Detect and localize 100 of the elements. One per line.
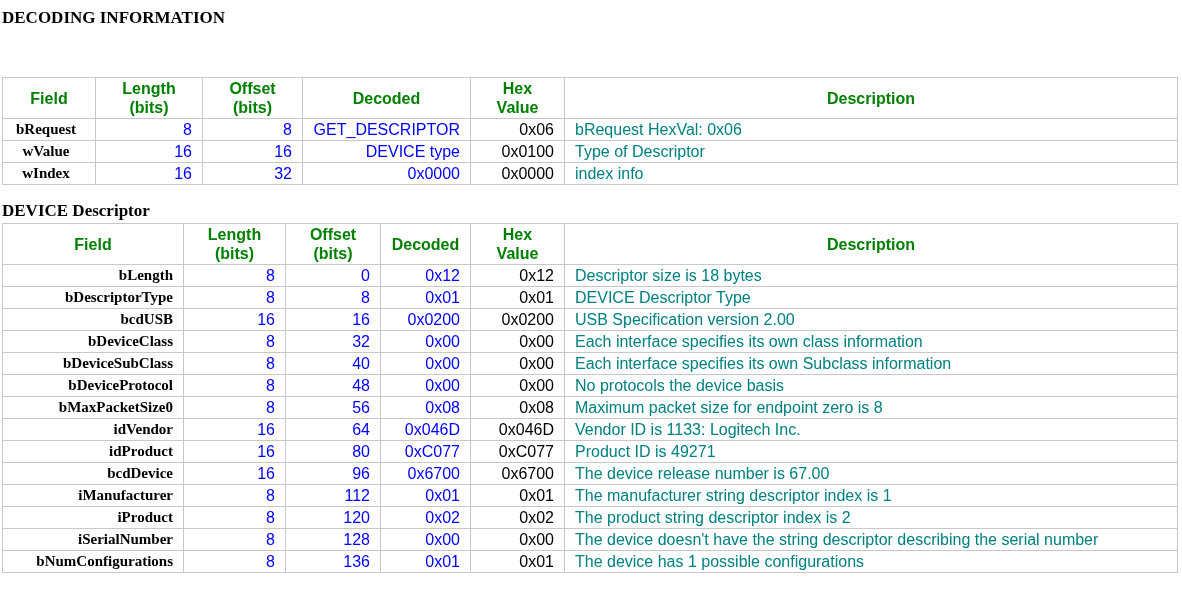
hex-value: 0x046D (470, 418, 565, 441)
hex-value: 0x00 (470, 528, 565, 551)
column-header: Offset (bits) (285, 223, 381, 265)
field-name: bDeviceSubClass (2, 352, 184, 375)
offset-value: 0 (285, 264, 381, 287)
decoded-value: 0x00 (380, 528, 471, 551)
hex-value: 0x08 (470, 396, 565, 419)
length-value: 8 (95, 118, 203, 141)
column-header: Decoded (302, 77, 471, 119)
hex-value: 0x6700 (470, 462, 565, 485)
decoded-value: 0x01 (380, 484, 471, 507)
offset-value: 16 (202, 140, 303, 163)
hex-value: 0x01 (470, 550, 565, 573)
length-value: 16 (183, 462, 286, 485)
offset-value: 64 (285, 418, 381, 441)
field-name: bcdUSB (2, 308, 184, 331)
description-text: Maximum packet size for endpoint zero is 8 (564, 396, 1178, 419)
column-header: Offset (bits) (202, 77, 303, 119)
description-text: Each interface specifies its own Subclass information (564, 352, 1178, 375)
hex-value: 0x0200 (470, 308, 565, 331)
offset-value: 80 (285, 440, 381, 463)
decoded-value: 0x0000 (302, 162, 471, 185)
offset-value: 32 (202, 162, 303, 185)
hex-value: 0x00 (470, 330, 565, 353)
hex-value: 0x06 (470, 118, 565, 141)
decoded-value: 0x02 (380, 506, 471, 529)
column-header: Description (564, 223, 1178, 265)
description-text: The device doesn't have the string descriptor describing the serial number (564, 528, 1178, 551)
length-value: 8 (183, 330, 286, 353)
decoded-value: 0x0200 (380, 308, 471, 331)
field-name: wValue (2, 140, 96, 163)
field-name: bDeviceClass (2, 330, 184, 353)
offset-value: 16 (285, 308, 381, 331)
decoded-value: 0x08 (380, 396, 471, 419)
decoded-value: 0x6700 (380, 462, 471, 485)
length-value: 16 (95, 162, 203, 185)
description-text: The manufacturer string descriptor index is 1 (564, 484, 1178, 507)
column-header: Description (564, 77, 1178, 119)
field-name: iProduct (2, 506, 184, 529)
description-text: DEVICE Descriptor Type (564, 286, 1178, 309)
description-text: Vendor ID is 1133: Logitech Inc. (564, 418, 1178, 441)
offset-value: 8 (285, 286, 381, 309)
column-header: Hex Value (470, 77, 565, 119)
field-name: idProduct (2, 440, 184, 463)
hex-value: 0x00 (470, 374, 565, 397)
length-value: 8 (183, 396, 286, 419)
field-name: iSerialNumber (2, 528, 184, 551)
offset-value: 112 (285, 484, 381, 507)
hex-value: 0x00 (470, 352, 565, 375)
offset-value: 48 (285, 374, 381, 397)
length-value: 16 (183, 308, 286, 331)
decoded-value: 0x12 (380, 264, 471, 287)
offset-value: 56 (285, 396, 381, 419)
offset-value: 8 (202, 118, 303, 141)
length-value: 16 (95, 140, 203, 163)
section-title: DEVICE Descriptor (2, 201, 151, 221)
description-text: The device has 1 possible configurations (564, 550, 1178, 573)
field-name: bDescriptorType (2, 286, 184, 309)
field-name: idVendor (2, 418, 184, 441)
offset-value: 136 (285, 550, 381, 573)
length-value: 16 (183, 440, 286, 463)
offset-value: 120 (285, 506, 381, 529)
hex-value: 0x01 (470, 484, 565, 507)
description-text: The device release number is 67.00 (564, 462, 1178, 485)
description-text: The product string descriptor index is 2 (564, 506, 1178, 529)
decoded-value: 0x046D (380, 418, 471, 441)
hex-value: 0x01 (470, 286, 565, 309)
offset-value: 128 (285, 528, 381, 551)
field-name: bDeviceProtocol (2, 374, 184, 397)
decoded-value: DEVICE type (302, 140, 471, 163)
field-name: iManufacturer (2, 484, 184, 507)
description-text: Product ID is 49271 (564, 440, 1178, 463)
length-value: 8 (183, 264, 286, 287)
column-header: Length (bits) (95, 77, 203, 119)
description-text: No protocols the device basis (564, 374, 1178, 397)
offset-value: 32 (285, 330, 381, 353)
decoded-value: 0x00 (380, 352, 471, 375)
length-value: 8 (183, 286, 286, 309)
description-text: bRequest HexVal: 0x06 (564, 118, 1178, 141)
field-name: bMaxPacketSize0 (2, 396, 184, 419)
decoded-value: 0x01 (380, 550, 471, 573)
description-text: USB Specification version 2.00 (564, 308, 1178, 331)
length-value: 8 (183, 484, 286, 507)
field-name: bRequest (2, 118, 96, 141)
offset-value: 40 (285, 352, 381, 375)
decoded-value: 0xC077 (380, 440, 471, 463)
decoded-value: 0x01 (380, 286, 471, 309)
hex-value: 0x12 (470, 264, 565, 287)
decoded-value: 0x00 (380, 330, 471, 353)
offset-value: 96 (285, 462, 381, 485)
hex-value: 0x0000 (470, 162, 565, 185)
column-header: Hex Value (470, 223, 565, 265)
hex-value: 0xC077 (470, 440, 565, 463)
column-header: Field (2, 77, 96, 119)
column-header: Decoded (380, 223, 471, 265)
field-name: bcdDevice (2, 462, 184, 485)
hex-value: 0x0100 (470, 140, 565, 163)
page-title: DECODING INFORMATION (2, 8, 227, 28)
description-text: Descriptor size is 18 bytes (564, 264, 1178, 287)
hex-value: 0x02 (470, 506, 565, 529)
